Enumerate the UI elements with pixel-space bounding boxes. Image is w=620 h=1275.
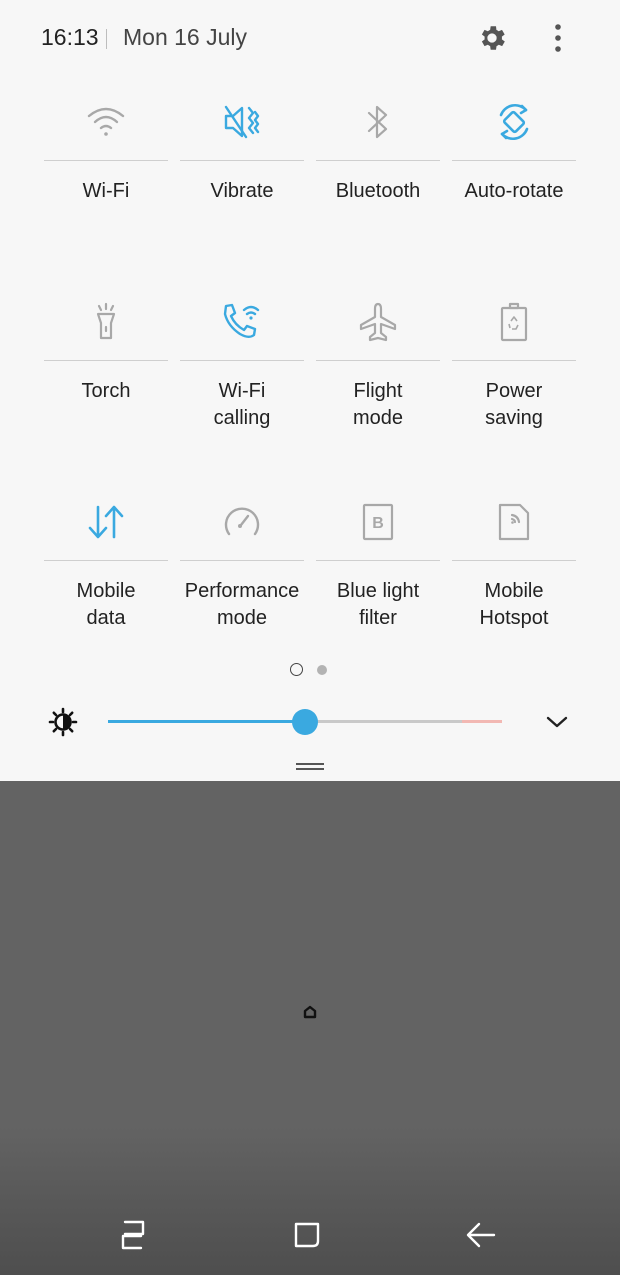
navigation-bar [0,1195,620,1275]
page-dot-current[interactable] [290,663,303,676]
auto-rotate-icon [499,103,529,141]
tile-divider [452,560,576,561]
tile-wifi-calling[interactable]: Wi-Fi calling [180,284,304,464]
slider-fill [108,720,305,723]
date: Mon 16 July [123,24,248,50]
tile-divider [180,160,304,161]
tile-label: Performance mode [184,580,300,629]
tile-mobile-hotspot[interactable]: Mobile Hotspot [452,484,576,664]
status-separator [106,29,107,49]
tile-vibrate[interactable]: Vibrate [180,84,304,264]
brightness-slider[interactable] [108,708,502,736]
svg-text:B: B [372,515,384,532]
tile-wifi[interactable]: Wi-Fi [44,84,168,264]
brightness-icon [48,707,78,737]
performance-icon [224,507,260,536]
expand-brightness-button[interactable] [542,708,572,736]
brightness-toggle[interactable] [48,707,78,737]
home-indicator-icon [303,1005,317,1019]
airplane-icon [359,302,397,342]
recent-apps-button[interactable] [113,1215,153,1255]
settings-button[interactable] [474,20,510,56]
tile-auto-rotate[interactable]: Auto-rotate [452,84,576,264]
bluetooth-icon [367,105,388,139]
slider-high-zone [462,720,502,723]
tile-label: Mobile Hotspot [479,580,549,629]
wifi-calling-icon [223,303,260,338]
home-square-icon [294,1222,320,1248]
tile-bluetooth[interactable]: Bluetooth [316,84,440,264]
chevron-down-icon [546,716,568,728]
tile-power-saving[interactable]: Power saving [452,284,576,464]
tile-divider [316,360,440,361]
more-vertical-icon [555,24,561,52]
tile-label: Wi-Fi calling [213,380,271,429]
slider-thumb[interactable] [292,709,318,735]
tile-label: Mobile data [76,580,136,629]
power-saving-icon [500,302,528,342]
page-dot[interactable] [317,665,327,675]
tile-label: Wi-Fi [82,180,130,202]
page-indicator [290,663,330,677]
tile-divider [316,160,440,161]
more-options-button[interactable] [543,20,573,56]
tile-divider [180,560,304,561]
vibrate-icon [224,105,260,139]
tile-label: Vibrate [210,180,274,202]
tile-mobile-data[interactable]: Mobile data [44,484,168,664]
hotspot-icon [498,503,530,541]
tile-divider [452,360,576,361]
panel-drag-handle[interactable] [296,762,324,772]
wifi-icon [87,107,125,136]
torch-icon [96,302,116,340]
tile-label: Auto-rotate [464,180,564,202]
tile-divider [44,360,168,361]
tile-divider [316,560,440,561]
recent-apps-icon [121,1220,145,1250]
tile-performance-mode[interactable]: Performance mode [180,484,304,664]
status-bar: 16:13 Mon 16 July [0,0,620,78]
tile-label: Bluetooth [335,180,421,202]
tile-divider [44,560,168,561]
tile-label: Power saving [485,380,543,429]
tile-label: Flight mode [352,380,404,429]
tile-divider [44,160,168,161]
tile-label: Blue light filter [336,580,420,629]
tile-divider [452,160,576,161]
blue-light-filter-icon: B [362,503,394,541]
home-button[interactable] [287,1215,327,1255]
mobile-data-icon [88,505,124,539]
tile-label: Torch [81,380,131,402]
back-button[interactable] [461,1215,501,1255]
tile-blue-light-filter[interactable]: B Blue light filter [316,484,440,664]
gear-icon [481,26,505,50]
quick-settings-panel: 16:13 Mon 16 July Wi-Fi Vibrate Bluetoot… [0,0,620,781]
tile-divider [180,360,304,361]
tile-torch[interactable]: Torch [44,284,168,464]
back-arrow-icon [466,1222,496,1248]
tile-flight-mode[interactable]: Flight mode [316,284,440,464]
clock: 16:13 [41,24,99,50]
